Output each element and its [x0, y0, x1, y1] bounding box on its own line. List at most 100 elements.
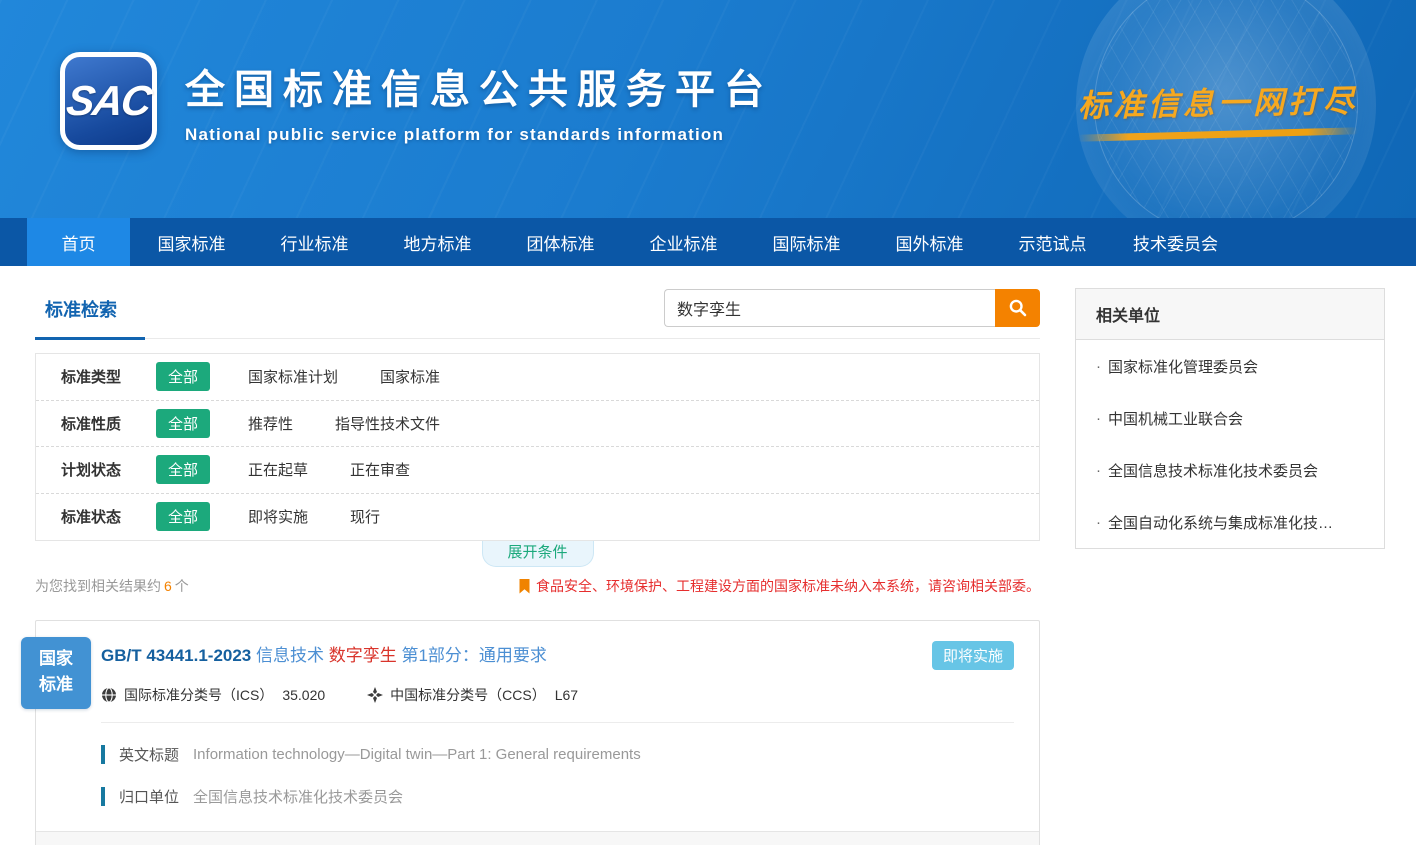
nav-tab-label: 国家标准: [158, 230, 226, 255]
detail-label: 英文标题: [119, 744, 179, 765]
standard-code: GB/T 43441.1-2023: [101, 646, 251, 665]
filter-all-button[interactable]: 全部: [156, 409, 210, 438]
sidebar-item-label: 中国机械工业联合会: [1108, 408, 1243, 429]
filter-option[interactable]: 现行: [350, 506, 380, 527]
slogan: 标准信息一网打尽: [1078, 78, 1358, 138]
results-notice: 食品安全、环境保护、工程建设方面的国家标准未纳入本系统，请咨询相关部委。: [519, 576, 1040, 596]
filter-row-standard-type: 标准类型 全部 国家标准计划 国家标准: [36, 354, 1039, 401]
nav-tab-label: 国际标准: [773, 230, 841, 255]
filter-option[interactable]: 即将实施: [248, 506, 308, 527]
detail-marker-bar: [101, 787, 105, 806]
card-footer: 发布于 2023-11-27 实施于 2024-06-01: [36, 831, 1039, 845]
nav-tab-national-standards[interactable]: 国家标准: [130, 218, 253, 266]
ics-label: 国际标准分类号（ICS）: [124, 685, 273, 705]
filter-option[interactable]: 正在起草: [248, 459, 308, 480]
nav-tab-label: 行业标准: [281, 230, 349, 255]
filter-row-standard-nature: 标准性质 全部 推荐性 指导性技术文件: [36, 401, 1039, 448]
filter-label: 标准类型: [61, 366, 156, 387]
search-button[interactable]: [995, 289, 1040, 327]
nav-tab-local-standards[interactable]: 地方标准: [376, 218, 499, 266]
search-input[interactable]: [664, 289, 995, 327]
brand[interactable]: SAC 全国标准信息公共服务平台 National public service…: [60, 52, 773, 150]
bullet-dot: ·: [1096, 514, 1101, 531]
type-badge-line1: 国家: [21, 646, 91, 672]
nav-tab-group-standards[interactable]: 团体标准: [499, 218, 622, 266]
nav-tab-foreign-standards[interactable]: 国外标准: [868, 218, 991, 266]
ics-item: 国际标准分类号（ICS） 35.020: [101, 685, 325, 705]
site-header: SAC 全国标准信息公共服务平台 National public service…: [0, 0, 1416, 218]
filter-all-button[interactable]: 全部: [156, 455, 210, 484]
filter-all-button[interactable]: 全部: [156, 362, 210, 391]
notice-text: 食品安全、环境保护、工程建设方面的国家标准未纳入本系统，请咨询相关部委。: [536, 576, 1040, 596]
nav-tab-industry-standards[interactable]: 行业标准: [253, 218, 376, 266]
globe-icon: [101, 687, 117, 703]
sac-logo: SAC: [60, 52, 157, 150]
page-title: 标准检索: [35, 288, 145, 340]
bullet-dot: ·: [1096, 462, 1101, 479]
sidebar-item-label: 全国自动化系统与集成标准化技…: [1108, 512, 1333, 533]
main-nav: 首页 国家标准 行业标准 地方标准 团体标准 企业标准 国际标准 国外标准 示范…: [0, 218, 1416, 266]
filter-all-button[interactable]: 全部: [156, 502, 210, 531]
standard-title-link[interactable]: GB/T 43441.1-2023 信息技术 数字孪生 第1部分：通用要求: [101, 641, 547, 666]
compass-icon: [367, 687, 383, 703]
nav-tab-enterprise-standards[interactable]: 企业标准: [622, 218, 745, 266]
filter-option[interactable]: 指导性技术文件: [335, 413, 440, 434]
section-bar: 标准检索: [35, 288, 1040, 339]
nav-tab-label: 企业标准: [650, 230, 718, 255]
type-badge-line2: 标准: [21, 672, 91, 698]
filter-panel: 标准类型 全部 国家标准计划 国家标准 标准性质 全部 推荐性 指导性技术文件 …: [35, 353, 1040, 541]
detail-label: 归口单位: [119, 786, 179, 807]
nav-tab-label: 国外标准: [896, 230, 964, 255]
search-icon: [1008, 298, 1028, 318]
search-group: [664, 289, 1040, 327]
related-units-box: 相关单位 · 国家标准化管理委员会 · 中国机械工业联合会 · 全国信息技术标准…: [1075, 288, 1385, 549]
ccs-value: L67: [555, 687, 578, 703]
nav-tab-technical-committees[interactable]: 技术委员会: [1114, 218, 1237, 266]
bullet-dot: ·: [1096, 358, 1101, 375]
sidebar-item-machinery-federation[interactable]: · 中国机械工业联合会: [1076, 392, 1384, 444]
nav-tab-international-standards[interactable]: 国际标准: [745, 218, 868, 266]
card-body: GB/T 43441.1-2023 信息技术 数字孪生 第1部分：通用要求 即将…: [36, 621, 1039, 807]
filter-row-plan-status: 计划状态 全部 正在起草 正在审查: [36, 447, 1039, 494]
filter-option[interactable]: 国家标准计划: [248, 366, 338, 387]
sidebar-item-sac[interactable]: · 国家标准化管理委员会: [1076, 340, 1384, 392]
status-badge: 即将实施: [932, 641, 1014, 670]
sidebar-title: 相关单位: [1076, 289, 1384, 340]
filter-option[interactable]: 正在审查: [350, 459, 410, 480]
page-main: 标准检索 标准类型 全部 国家标准计划 国家标准 标准性质 全部 推荐性: [0, 266, 1416, 845]
standard-title-part2: 第1部分：通用要求: [401, 646, 546, 665]
nav-tab-pilot-demo[interactable]: 示范试点: [991, 218, 1114, 266]
sidebar-item-automation-systems-committee[interactable]: · 全国自动化系统与集成标准化技…: [1076, 496, 1384, 548]
slogan-text: 标准信息一网打尽: [1078, 76, 1359, 126]
sac-logo-text: SAC: [64, 77, 153, 125]
nav-tab-label: 示范试点: [1019, 230, 1087, 255]
card-divider: [101, 722, 1014, 723]
detail-value: 全国信息技术标准化技术委员会: [193, 786, 403, 807]
results-count: 为您找到相关结果约6个: [35, 576, 189, 596]
classification-row: 国际标准分类号（ICS） 35.020 中国标准分类号（CCS） L67: [101, 685, 1014, 705]
nav-tab-label: 团体标准: [527, 230, 595, 255]
site-title: 全国标准信息公共服务平台: [185, 57, 773, 115]
bookmark-icon: [519, 579, 530, 594]
expand-conditions-button[interactable]: 展开条件: [482, 541, 594, 567]
standard-title-part1: 信息技术: [256, 646, 324, 665]
sidebar-item-label: 全国信息技术标准化技术委员会: [1108, 460, 1318, 481]
brand-text: 全国标准信息公共服务平台 National public service pla…: [185, 57, 773, 145]
bullet-dot: ·: [1096, 410, 1101, 427]
expand-wrap: 展开条件: [35, 541, 1040, 567]
detail-row-english-title: 英文标题 Information technology—Digital twin…: [101, 744, 1014, 765]
detail-marker-bar: [101, 745, 105, 764]
sidebar: 相关单位 · 国家标准化管理委员会 · 中国机械工业联合会 · 全国信息技术标准…: [1075, 288, 1385, 845]
nav-tab-home[interactable]: 首页: [27, 218, 130, 266]
standard-type-badge: 国家 标准: [21, 637, 91, 709]
nav-tab-label: 首页: [62, 230, 96, 255]
result-card: 国家 标准 GB/T 43441.1-2023 信息技术 数字孪生 第1部分：通…: [35, 620, 1040, 845]
filter-option[interactable]: 国家标准: [380, 366, 440, 387]
results-count-prefix: 为您找到相关结果约: [35, 578, 161, 594]
filter-option[interactable]: 推荐性: [248, 413, 293, 434]
ics-value: 35.020: [282, 687, 325, 703]
results-count-number: 6: [161, 578, 175, 594]
filter-label: 标准性质: [61, 413, 156, 434]
results-meta: 为您找到相关结果约6个 食品安全、环境保护、工程建设方面的国家标准未纳入本系统，…: [35, 576, 1040, 596]
sidebar-item-it-standardization-committee[interactable]: · 全国信息技术标准化技术委员会: [1076, 444, 1384, 496]
